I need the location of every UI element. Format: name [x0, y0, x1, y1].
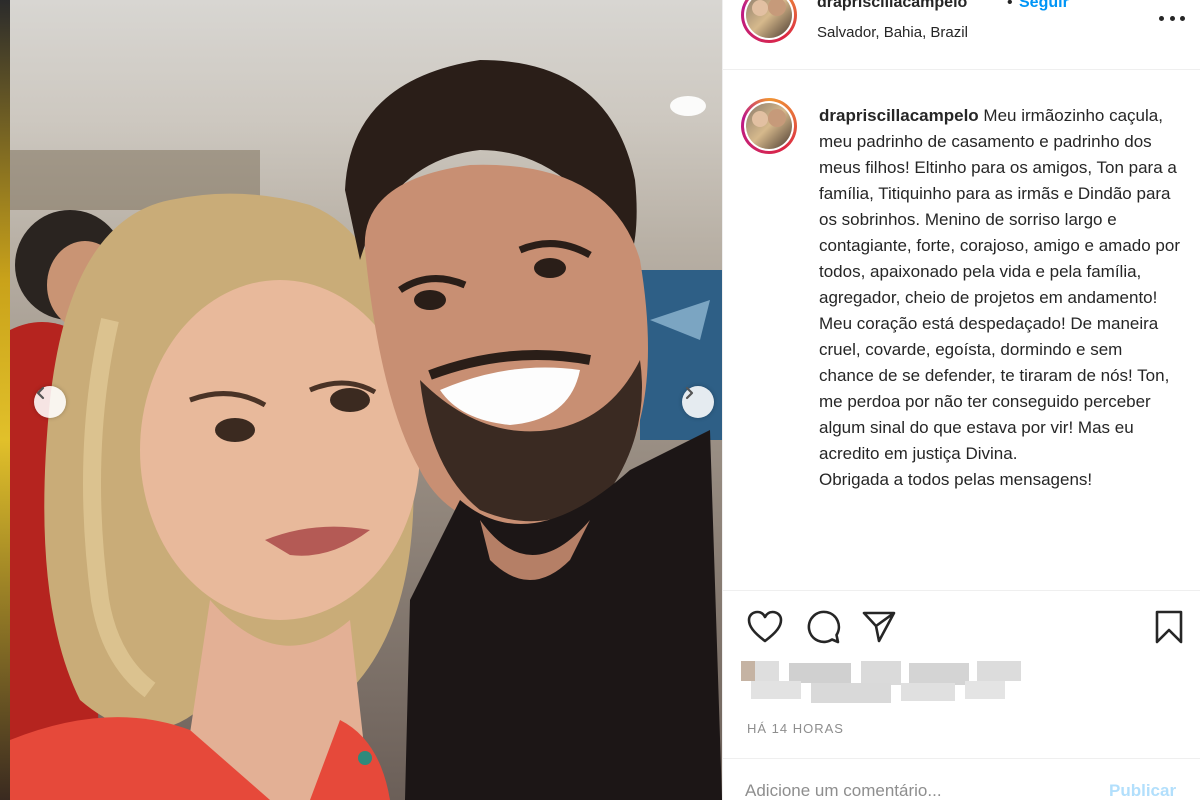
post-header: drapriscillacampelo • Seguir Salvador, B… — [723, 0, 1200, 70]
caption-area: drapriscillacampelo Meu irmãozinho caçul… — [723, 90, 1200, 588]
previous-photo-button[interactable] — [34, 386, 66, 418]
comment-bar: Publicar — [723, 758, 1200, 800]
author-avatar[interactable] — [741, 0, 797, 43]
next-photo-button[interactable] — [682, 386, 714, 418]
post-details-panel: drapriscillacampelo • Seguir Salvador, B… — [722, 0, 1200, 800]
separator-dot: • — [1007, 0, 1013, 11]
save-button[interactable] — [1149, 607, 1189, 647]
comment-icon — [807, 610, 841, 644]
comment-button[interactable] — [803, 607, 843, 647]
post-photo[interactable] — [10, 0, 722, 800]
post-caption: drapriscillacampelo Meu irmãozinho caçul… — [819, 103, 1181, 493]
bookmark-icon — [1155, 610, 1183, 644]
caption-author-avatar[interactable] — [741, 98, 797, 154]
paper-plane-icon — [862, 611, 896, 643]
more-options-icon[interactable] — [1159, 10, 1185, 26]
like-button[interactable] — [745, 607, 785, 647]
post-timestamp[interactable]: HÁ 14 HORAS — [747, 721, 844, 736]
adjacent-content-strip — [0, 0, 10, 800]
share-button[interactable] — [859, 607, 899, 647]
author-username[interactable]: drapriscillacampelo — [817, 0, 967, 12]
likes-blurred — [741, 661, 1041, 707]
post-location[interactable]: Salvador, Bahia, Brazil — [817, 24, 968, 41]
publish-button[interactable]: Publicar — [1109, 781, 1176, 800]
chevron-left-icon — [36, 386, 45, 400]
follow-button[interactable]: Seguir — [1019, 0, 1069, 12]
heart-icon — [747, 610, 783, 643]
caption-body: Meu irmãozinho caçula, meu padrinho de c… — [819, 106, 1180, 489]
post-actions: HÁ 14 HORAS — [723, 590, 1200, 780]
caption-username[interactable]: drapriscillacampelo — [819, 106, 979, 125]
selfie-photo-illustration — [10, 60, 722, 800]
chevron-right-icon — [685, 386, 694, 400]
comment-input[interactable] — [745, 781, 1105, 800]
